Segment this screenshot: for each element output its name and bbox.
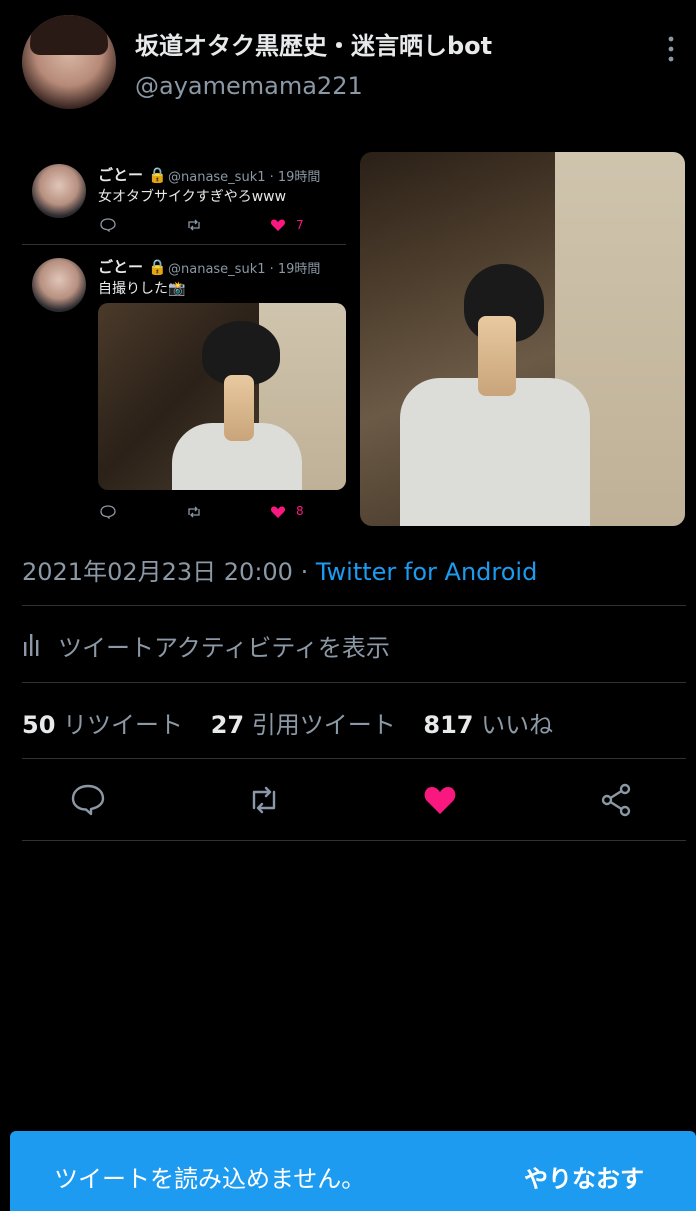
divider bbox=[22, 605, 686, 606]
reply-icon[interactable] bbox=[70, 782, 106, 818]
more-options-icon[interactable] bbox=[664, 34, 678, 64]
retry-button[interactable]: やりなおす bbox=[524, 1159, 644, 1194]
mini-tweet-handle: @nanase_suk1 · 19時間 bbox=[168, 170, 321, 185]
reply-icon bbox=[100, 218, 116, 232]
timestamp-separator: · bbox=[292, 558, 316, 586]
mini-like-count: 7 bbox=[296, 218, 304, 232]
source-link[interactable]: Twitter for Android bbox=[316, 558, 537, 586]
tweet-media[interactable]: ごとー 🔒 @nanase_suk1 · 19時間 女オタブサイクすぎやろwww… bbox=[0, 140, 696, 540]
likes-stat[interactable]: 817 いいね bbox=[423, 711, 573, 739]
selfie-photo bbox=[360, 152, 685, 526]
retweet-icon bbox=[188, 506, 200, 518]
retweets-count: 50 bbox=[22, 711, 56, 739]
quotes-stat[interactable]: 27 引用ツイート bbox=[211, 711, 416, 739]
mini-tweet-text: 自撮りした📸 bbox=[98, 281, 186, 297]
mini-like-count: 8 bbox=[296, 504, 304, 518]
like-icon bbox=[270, 506, 286, 518]
reply-icon bbox=[100, 505, 116, 519]
like-icon[interactable] bbox=[422, 782, 458, 818]
mini-tweet-avatar bbox=[32, 164, 86, 218]
likes-label: いいね bbox=[481, 711, 554, 739]
activity-label: ツイートアクティビティを表示 bbox=[58, 634, 390, 662]
lock-icon: 🔒 bbox=[148, 258, 167, 276]
timestamp-text: 2021年02月23日 20:00 bbox=[22, 558, 293, 586]
author-avatar[interactable] bbox=[22, 15, 116, 109]
retweet-icon bbox=[188, 219, 200, 231]
banner-message: ツイートを読み込めません。 bbox=[54, 1165, 366, 1193]
author-display-name[interactable]: 坂道オタク黒歴史・迷言晒しbot bbox=[135, 26, 492, 61]
quotes-count: 27 bbox=[210, 711, 245, 739]
author-handle[interactable]: @ayamemama221 bbox=[135, 72, 363, 100]
divider bbox=[22, 758, 686, 759]
mini-tweet-photo bbox=[98, 303, 346, 490]
mini-tweet-text: 女オタブサイクすぎやろwww bbox=[98, 189, 287, 205]
share-icon[interactable] bbox=[598, 782, 634, 818]
retweet-icon[interactable] bbox=[246, 782, 282, 818]
mini-tweet-name: ごとー 🔒 bbox=[98, 166, 167, 184]
like-icon bbox=[270, 219, 286, 231]
analytics-icon bbox=[24, 634, 39, 656]
retweets-label: リツイート bbox=[63, 711, 184, 739]
mini-divider bbox=[22, 244, 346, 245]
tweet-timestamp: 2021年02月23日 20:00 · Twitter for Android bbox=[22, 552, 537, 587]
mini-tweet-handle: @nanase_suk1 · 19時間 bbox=[168, 262, 321, 277]
error-banner: ツイートを読み込めません。 やりなおす bbox=[10, 1131, 696, 1211]
divider bbox=[22, 840, 686, 841]
mini-tweet-avatar bbox=[32, 258, 86, 312]
divider bbox=[22, 682, 686, 683]
mini-tweet-name: ごとー 🔒 bbox=[98, 258, 167, 276]
likes-count: 817 bbox=[423, 711, 474, 739]
quotes-label: 引用ツイート bbox=[251, 711, 396, 739]
lock-icon: 🔒 bbox=[148, 166, 167, 184]
engagement-stats: 50 リツイート 27 引用ツイート 817 いいね bbox=[22, 705, 573, 740]
retweets-stat[interactable]: 50 リツイート bbox=[22, 711, 203, 739]
